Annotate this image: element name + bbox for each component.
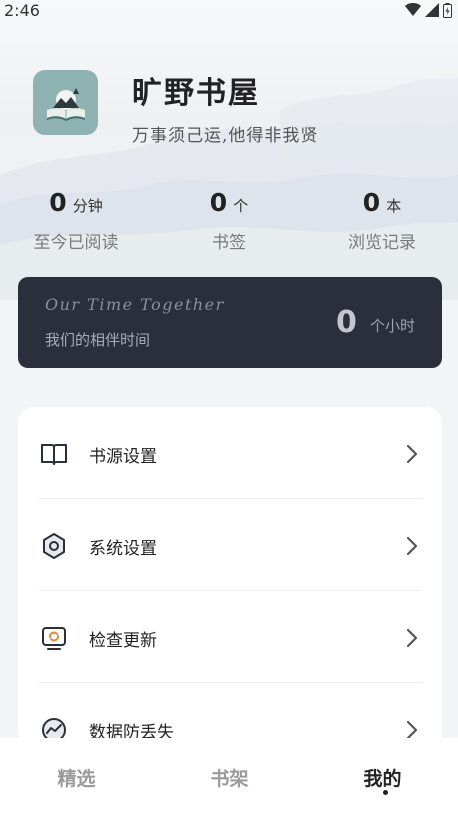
reading-book-logo-icon: [46, 87, 85, 121]
nav-tab-bookshelf[interactable]: 书架: [153, 764, 306, 791]
together-hours-unit: 个小时: [370, 317, 416, 335]
signal-icon: [425, 3, 439, 17]
app-title: 旷野书屋: [132, 76, 260, 111]
chevron-right-icon: [406, 628, 418, 648]
hexagon-gear-icon: [43, 533, 65, 559]
menu-label: 系统设置: [89, 539, 157, 559]
stats-row: 0 分钟 至今已阅读 0 个 书签 0 本 浏览记录: [0, 188, 458, 258]
together-title-en: Our Time Together: [45, 295, 225, 314]
together-title-cn: 我们的相伴时间: [45, 331, 151, 349]
status-bar: 2:46: [0, 0, 458, 20]
stat-label: 至今已阅读: [33, 233, 119, 253]
stat-bookmarks[interactable]: 0 个 书签: [153, 188, 305, 253]
stat-value: 0: [49, 188, 67, 217]
app-subtitle: 万事须己运,他得非我贤: [132, 126, 319, 146]
menu-item-check-update[interactable]: 检查更新: [18, 591, 442, 682]
book-icon: [41, 444, 67, 465]
chevron-right-icon: [406, 444, 418, 464]
chevron-right-icon: [406, 536, 418, 556]
stat-label: 书签: [212, 233, 246, 253]
wifi-icon: [405, 3, 421, 16]
status-time: 2:46: [4, 0, 40, 20]
stat-value: 0: [209, 188, 228, 217]
stat-history[interactable]: 0 本 浏览记录: [306, 188, 458, 253]
update-icon: [42, 627, 66, 650]
battery-icon: [443, 2, 452, 18]
nav-tab-mine[interactable]: 我的: [306, 764, 458, 791]
active-tab-indicator: [383, 790, 388, 795]
nav-tab-featured[interactable]: 精选: [0, 764, 153, 791]
together-hours-value: 0: [336, 305, 357, 340]
stat-value: 0: [362, 188, 381, 217]
stat-unit: 个: [233, 197, 249, 215]
stat-unit: 本: [386, 197, 402, 215]
app-logo: [33, 70, 98, 135]
menu-label: 检查更新: [89, 631, 157, 651]
bottom-nav: 精选 书架 我的: [0, 738, 458, 820]
stat-label: 浏览记录: [348, 233, 416, 253]
menu-item-book-source[interactable]: 书源设置: [18, 407, 442, 498]
together-time-card: Our Time Together 我们的相伴时间 0 个小时: [18, 277, 442, 368]
stat-unit: 分钟: [72, 197, 103, 215]
stat-reading-time[interactable]: 0 分钟 至今已阅读: [0, 188, 152, 253]
settings-menu: 书源设置 系统设置 检查更新 数据防丢失: [18, 407, 442, 747]
menu-item-system-settings[interactable]: 系统设置: [18, 499, 442, 590]
menu-label: 书源设置: [89, 447, 157, 467]
status-icons: [405, 2, 452, 18]
